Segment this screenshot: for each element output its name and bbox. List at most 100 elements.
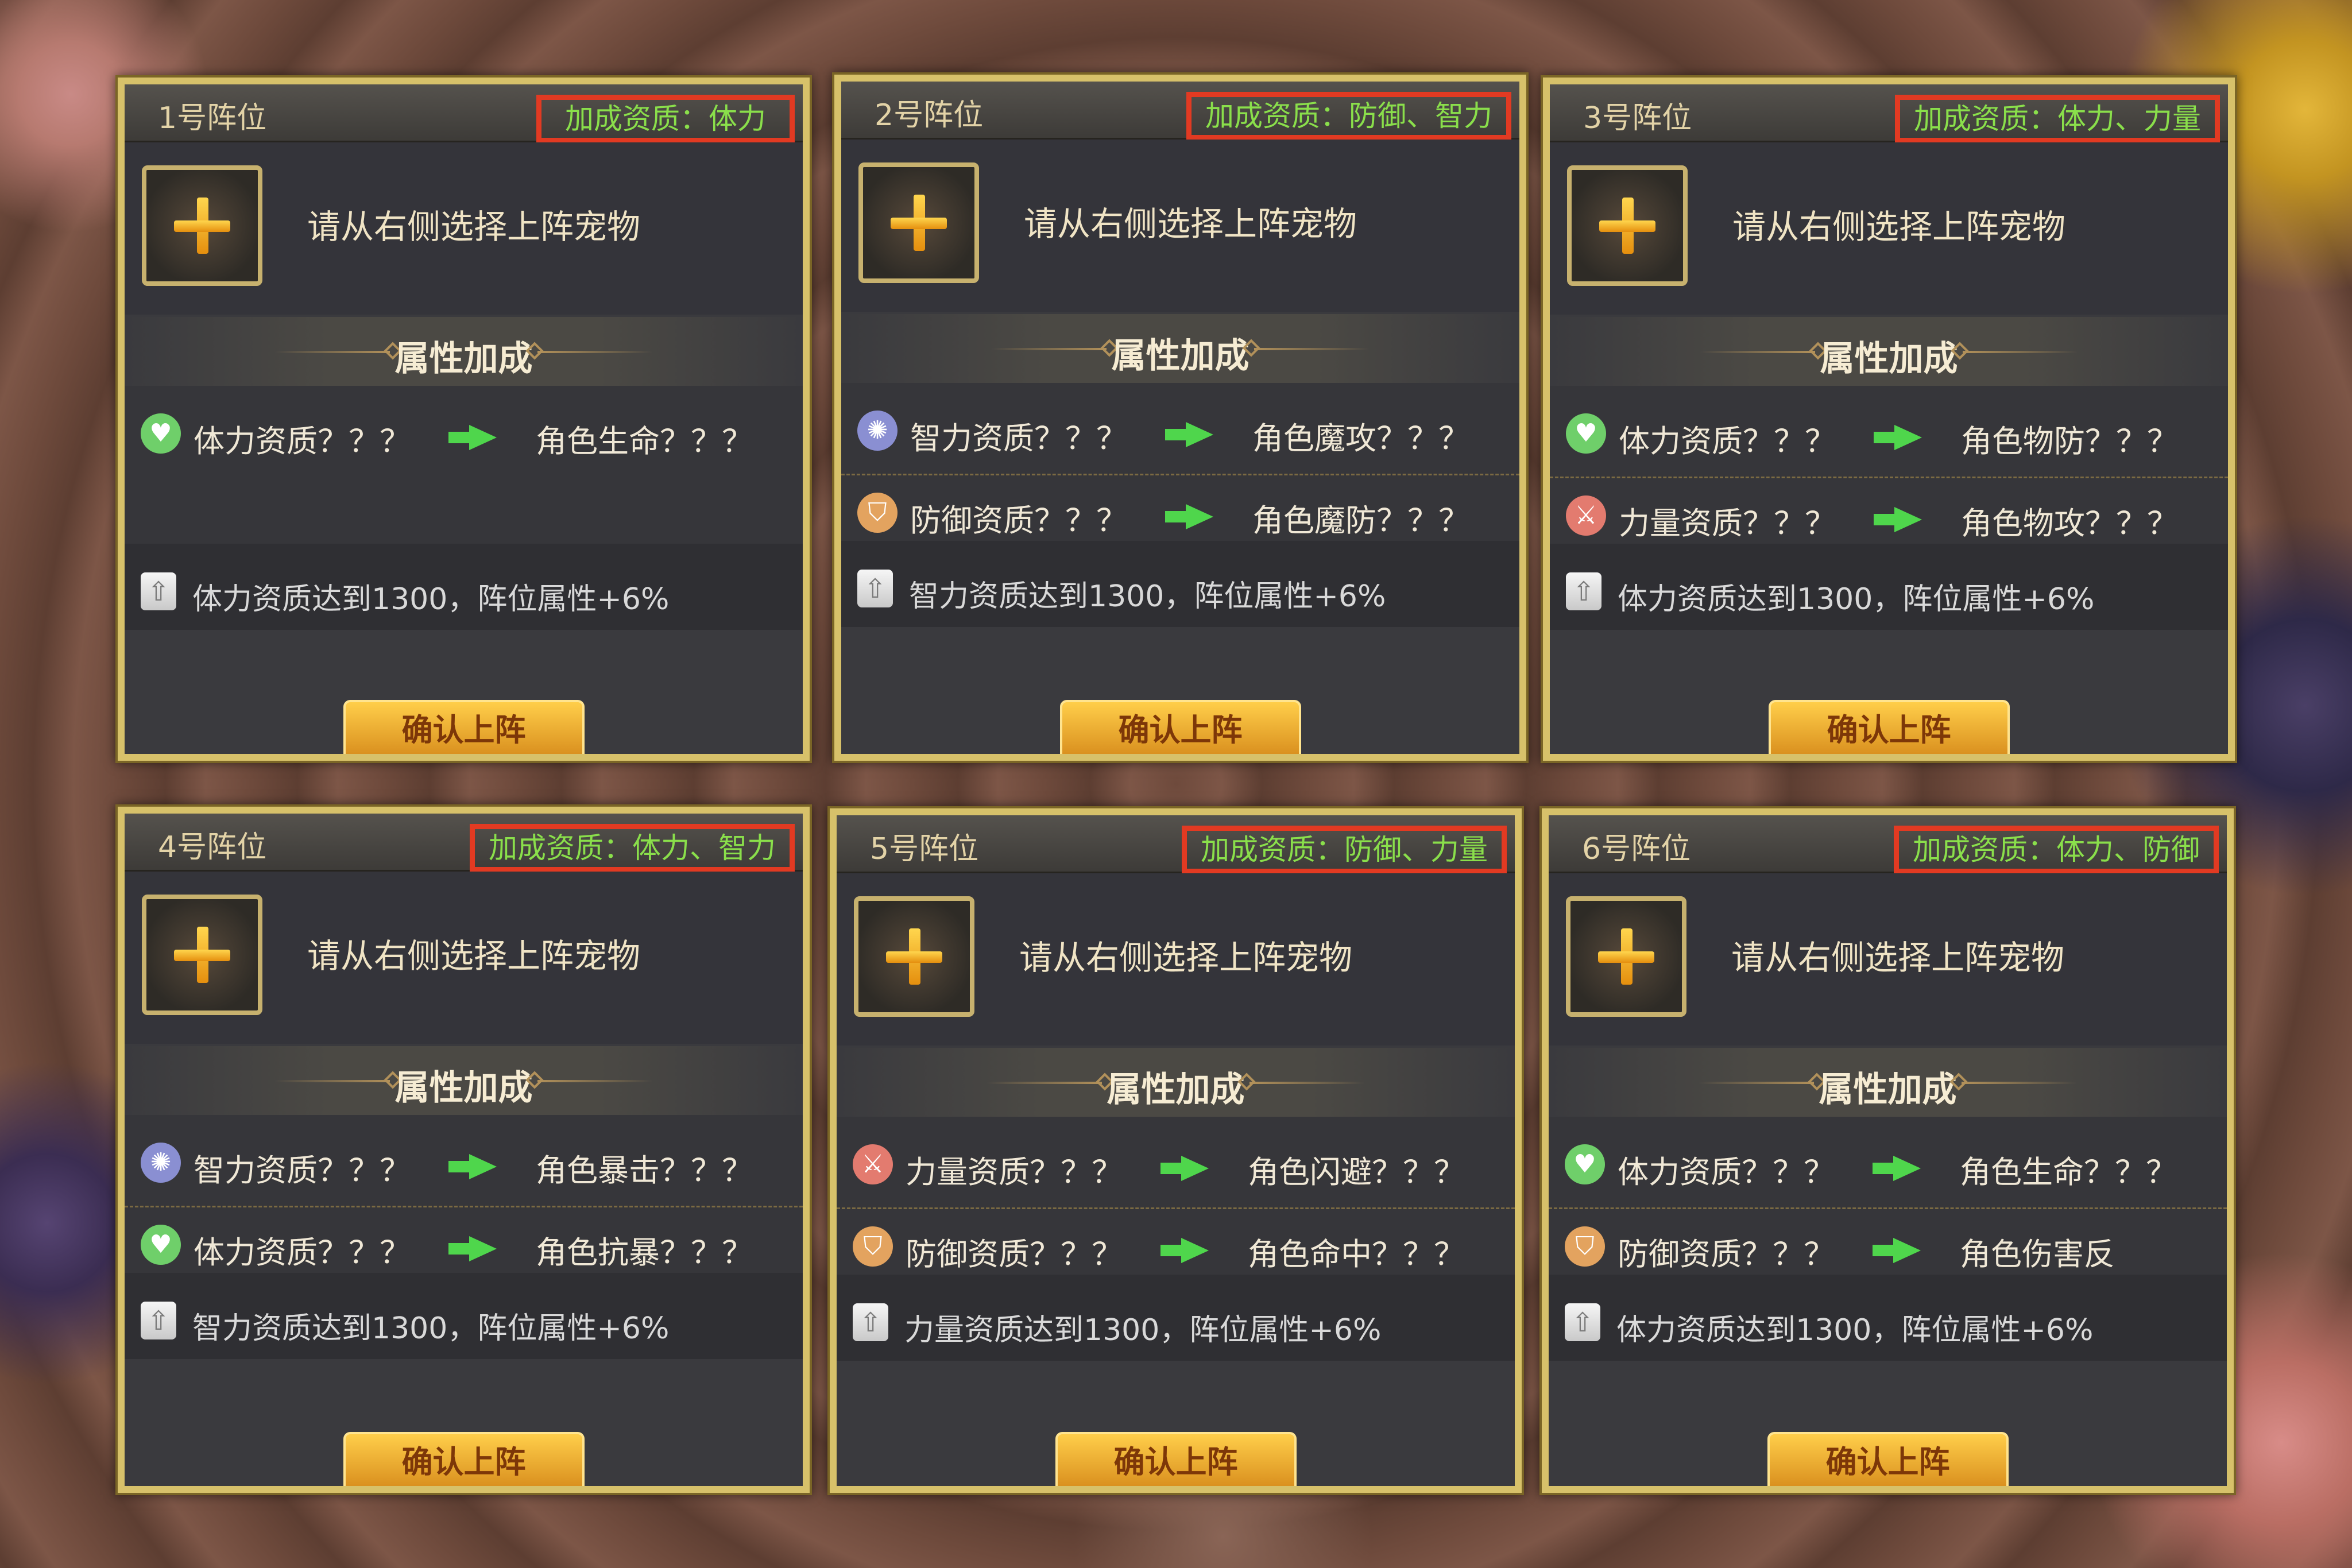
add-pet-button[interactable] — [142, 895, 262, 1015]
bonus-row: ⛉ 防御资质？？？ 角色命中？？？ — [837, 1207, 1515, 1278]
section-header: 属性加成 — [125, 1046, 803, 1115]
panel-header: 5号阵位 加成资质：防御、力量 — [837, 815, 1515, 874]
section-title: 属性加成 — [1819, 1070, 1957, 1110]
pet-pick-area[interactable]: 请从右侧选择上阵宠物 — [1549, 873, 2227, 1046]
requirement-text: 智力资质达到1300，阵位属性+6% — [909, 579, 1386, 614]
slot-label: 6号阵位 — [1582, 832, 1691, 866]
arrow-right-icon — [1186, 504, 1213, 529]
add-pet-button[interactable] — [1566, 896, 1686, 1017]
result-stat: 角色抗暴？？？ — [536, 1234, 753, 1271]
panel-header: 1号阵位 加成资质：体力 — [125, 84, 803, 143]
bonus-row: ♥ 体力资质？？？ 角色物防？？？ — [1550, 396, 2228, 465]
panel-header: 4号阵位 加成资质：体力、智力 — [125, 814, 803, 872]
result-stat: 角色命中？？？ — [1248, 1236, 1465, 1272]
result-stat: 角色生命？？？ — [536, 423, 753, 459]
pick-prompt: 请从右侧选择上阵宠物 — [1024, 204, 1357, 243]
confirm-deploy-button[interactable]: 确认上阵 — [343, 1432, 585, 1486]
attribute-name: 体力资质？？？ — [194, 1234, 411, 1271]
confirm-deploy-button[interactable]: 确认上阵 — [1767, 1432, 2009, 1486]
requirement-text: 体力资质达到1300，阵位属性+6% — [1616, 1313, 2094, 1348]
pick-prompt: 请从右侧选择上阵宠物 — [307, 936, 641, 975]
bonus-attribute-label: 加成资质：体力、智力 — [470, 824, 795, 872]
heart-icon: ♥ — [1565, 1144, 1605, 1184]
result-stat: 角色魔攻？？？ — [1252, 420, 1469, 456]
bonus-row: ⛉ 防御资质？？？ 角色伤害反弹？？？ — [1549, 1207, 2227, 1318]
pick-prompt: 请从右侧选择上阵宠物 — [307, 207, 641, 246]
bonus-row: ⛉ 防御资质？？？ 角色魔防？？？ — [841, 474, 1519, 544]
shield-icon: ⛉ — [857, 493, 898, 533]
attribute-name: 体力资质？？？ — [1618, 1154, 1835, 1190]
arrow-right-icon — [1894, 507, 1922, 532]
star-icon: ✺ — [141, 1143, 181, 1183]
bonus-row: ♥ 体力资质？？？ 角色生命？？？ — [125, 396, 803, 465]
add-pet-button[interactable] — [142, 165, 262, 286]
arrow-right-icon — [1181, 1156, 1209, 1181]
arrow-right-icon — [469, 1154, 497, 1179]
arrow-right-icon — [469, 425, 497, 450]
attribute-name: 防御资质？？？ — [1618, 1236, 1835, 1272]
confirm-deploy-button[interactable]: 确认上阵 — [1059, 700, 1301, 754]
up-arrow-icon: ⇧ — [853, 1303, 888, 1341]
shield-icon: ⛉ — [853, 1226, 893, 1267]
formation-panel-5: 5号阵位 加成资质：防御、力量 请从右侧选择上阵宠物 属性加成 ⚔ 力量资质？？… — [830, 808, 1522, 1493]
add-pet-button[interactable] — [854, 896, 974, 1017]
pet-pick-area[interactable]: 请从右侧选择上阵宠物 — [841, 140, 1519, 312]
requirement-bar: ⇧ 智力资质达到1300，阵位属性+6% — [125, 1273, 803, 1359]
arrow-right-icon — [1894, 425, 1922, 450]
requirement-bar: ⇧ 体力资质达到1300，阵位属性+6% — [1550, 544, 2228, 630]
result-stat: 角色魔防？？？ — [1252, 502, 1469, 539]
pet-pick-area[interactable]: 请从右侧选择上阵宠物 — [125, 142, 803, 315]
pet-pick-area[interactable]: 请从右侧选择上阵宠物 — [1550, 142, 2228, 315]
add-pet-button[interactable] — [858, 162, 979, 283]
result-stat: 角色暴击？？？ — [536, 1152, 753, 1188]
formation-panel-3: 3号阵位 加成资质：体力、力量 请从右侧选择上阵宠物 属性加成 ♥ 体力资质？？… — [1543, 78, 2235, 761]
formation-panel-6: 6号阵位 加成资质：体力、防御 请从右侧选择上阵宠物 属性加成 ♥ 体力资质？？… — [1542, 808, 2234, 1493]
bonus-rows: ♥ 体力资质？？？ 角色生命？？？ — [125, 386, 803, 544]
arrow-right-icon — [1181, 1238, 1209, 1263]
bonus-rows: ♥ 体力资质？？？ 角色物防？？？ ⚔ 力量资质？？？ 角色物攻？？？ — [1550, 386, 2228, 544]
pet-pick-area[interactable]: 请从右侧选择上阵宠物 — [837, 873, 1515, 1046]
section-header: 属性加成 — [1550, 317, 2228, 386]
attribute-name: 智力资质？？？ — [194, 1152, 411, 1188]
confirm-deploy-button[interactable]: 确认上阵 — [1768, 700, 2010, 754]
section-title: 属性加成 — [394, 339, 533, 379]
bonus-rows: ⚔ 力量资质？？？ 角色闪避？？？ ⛉ 防御资质？？？ 角色命中？？？ — [837, 1117, 1515, 1275]
pet-pick-area[interactable]: 请从右侧选择上阵宠物 — [125, 872, 803, 1044]
panel-header: 2号阵位 加成资质：防御、智力 — [841, 82, 1519, 140]
formation-panel-4: 4号阵位 加成资质：体力、智力 请从右侧选择上阵宠物 属性加成 ✺ 智力资质？？… — [118, 807, 810, 1493]
result-stat: 角色物攻？？？ — [1961, 505, 2178, 541]
pick-prompt: 请从右侧选择上阵宠物 — [1731, 938, 2065, 977]
requirement-bar: ⇧ 体力资质达到1300，阵位属性+6% — [125, 544, 803, 630]
bonus-rows: ✺ 智力资质？？？ 角色暴击？？？ ♥ 体力资质？？？ 角色抗暴？？？ — [125, 1115, 803, 1273]
bonus-attribute-label: 加成资质：体力 — [536, 95, 795, 143]
heart-icon: ♥ — [1566, 413, 1606, 454]
bonus-row: ✺ 智力资质？？？ 角色魔攻？？？ — [841, 393, 1519, 462]
confirm-deploy-button[interactable]: 确认上阵 — [1055, 1432, 1297, 1486]
bonus-row: ⚔ 力量资质？？？ 角色物攻？？？ — [1550, 477, 2228, 547]
section-header: 属性加成 — [841, 314, 1519, 383]
add-pet-button[interactable] — [1567, 165, 1688, 286]
requirement-bar: ⇧ 智力资质达到1300，阵位属性+6% — [841, 541, 1519, 627]
sword-icon: ⚔ — [1566, 495, 1606, 536]
formation-panel-2: 2号阵位 加成资质：防御、智力 请从右侧选择上阵宠物 属性加成 ✺ 智力资质？？… — [834, 75, 1526, 761]
bonus-attribute-label: 加成资质：防御、智力 — [1186, 92, 1511, 140]
requirement-bar: ⇧ 体力资质达到1300，阵位属性+6% — [1549, 1275, 2227, 1361]
requirement-bar: ⇧ 力量资质达到1300，阵位属性+6% — [837, 1275, 1515, 1361]
arrow-right-icon — [1893, 1156, 1921, 1181]
up-arrow-icon: ⇧ — [141, 572, 176, 610]
confirm-deploy-button[interactable]: 确认上阵 — [343, 700, 585, 754]
slot-label: 1号阵位 — [158, 101, 267, 135]
section-title: 属性加成 — [1820, 339, 1958, 379]
bonus-attribute-label: 加成资质：体力、力量 — [1895, 95, 2220, 143]
bonus-rows: ♥ 体力资质？？？ 角色生命？？？ ⛉ 防御资质？？？ 角色伤害反弹？？？ — [1549, 1117, 2227, 1318]
requirement-text: 体力资质达到1300，阵位属性+6% — [1618, 582, 2095, 617]
attribute-name: 防御资质？？？ — [906, 1236, 1123, 1272]
slot-label: 2号阵位 — [875, 98, 984, 133]
sword-icon: ⚔ — [853, 1144, 893, 1184]
requirement-text: 智力资质达到1300，阵位属性+6% — [192, 1311, 670, 1346]
attribute-name: 力量资质？？？ — [1619, 505, 1836, 541]
formation-panel-1: 1号阵位 加成资质：体力 请从右侧选择上阵宠物 属性加成 ♥ 体力资质？？？ 角… — [118, 78, 810, 761]
panel-header: 6号阵位 加成资质：体力、防御 — [1549, 815, 2227, 874]
heart-icon: ♥ — [141, 413, 181, 454]
bonus-attribute-label: 加成资质：防御、力量 — [1182, 826, 1507, 874]
